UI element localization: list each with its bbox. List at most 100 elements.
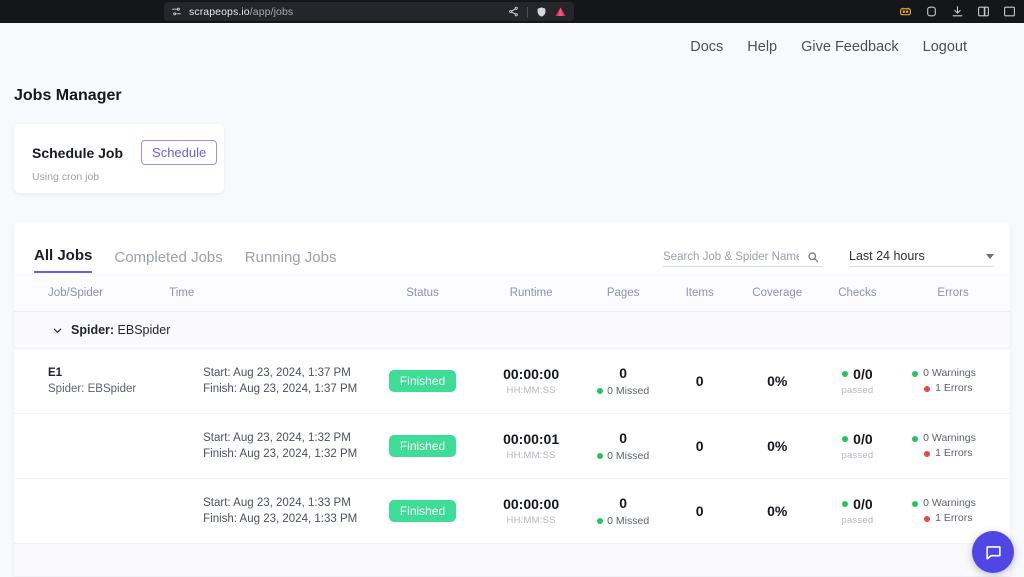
job-name: E1 — [48, 367, 169, 379]
table-row[interactable]: E1Spider: EBSpiderStart: Aug 23, 2024, 1… — [14, 349, 1010, 414]
jobs-panel-header: All Jobs Completed Jobs Running Jobs Las… — [14, 222, 1010, 273]
tab-running-jobs[interactable]: Running Jobs — [245, 249, 337, 273]
column-header-time[interactable]: Time — [169, 273, 366, 312]
extension-icon[interactable] — [899, 5, 912, 18]
cell-job-spider — [14, 479, 169, 544]
checks-sub: passed — [819, 385, 897, 396]
cell-coverage: 0% — [736, 479, 819, 544]
coverage-value: 0% — [736, 503, 819, 519]
time-range-select[interactable]: Last 24 hours — [849, 249, 994, 267]
column-header-errors[interactable]: Errors — [896, 273, 1010, 312]
pages-value: 0 — [583, 430, 664, 446]
status-badge: Finished — [389, 435, 456, 457]
status-badge: Finished — [389, 500, 456, 522]
column-header-job-spider[interactable]: Job/Spider — [14, 273, 169, 312]
pill-divider: | — [526, 6, 529, 18]
search-icon[interactable] — [807, 251, 819, 263]
table-row-partial — [14, 544, 1010, 577]
cell-status: Finished — [366, 414, 480, 479]
column-header-status[interactable]: Status — [366, 273, 480, 312]
nav-link-give-feedback[interactable]: Give Feedback — [801, 39, 899, 55]
search-box[interactable] — [663, 251, 823, 267]
search-input[interactable] — [663, 251, 799, 263]
runtime-value: 00:00:00 — [479, 366, 582, 382]
spider-group-cell[interactable]: Spider: EBSpider — [14, 312, 1010, 349]
cell-checks: 0/0passed — [819, 414, 897, 479]
chevron-down-icon[interactable] — [986, 254, 994, 259]
green-dot-icon — [912, 436, 918, 442]
brave-lion-icon[interactable] — [554, 6, 567, 18]
pages-missed: 0 Missed — [583, 385, 664, 397]
cell-errors: 0 Warnings1 Errors — [896, 349, 1010, 414]
column-header-runtime[interactable]: Runtime — [479, 273, 582, 312]
schedule-card-subtitle: Using cron job — [32, 171, 224, 183]
cell-pages: 0 0 Missed — [583, 414, 664, 479]
nav-link-logout[interactable]: Logout — [923, 39, 967, 55]
top-navigation: Docs Help Give Feedback Logout — [0, 23, 1024, 71]
cell-job-spider: E1Spider: EBSpider — [14, 349, 169, 414]
cell-status: Finished — [366, 479, 480, 544]
column-header-checks[interactable]: Checks — [819, 273, 897, 312]
column-header-items[interactable]: Items — [663, 273, 735, 312]
chevron-down-icon[interactable] — [52, 325, 63, 336]
jobs-table-head: Job/Spider Time Status Runtime Pages Ite… — [14, 273, 1010, 312]
warnings-value: 0 Warnings — [912, 496, 976, 511]
site-settings-icon[interactable] — [171, 6, 182, 17]
job-finish-time: Finish: Aug 23, 2024, 1:32 PM — [203, 446, 366, 462]
cell-items: 0 — [663, 349, 735, 414]
cell-errors: 0 Warnings1 Errors — [896, 414, 1010, 479]
checks-sub: passed — [819, 515, 897, 526]
checks-value: 0/0 — [819, 431, 897, 447]
schedule-job-card: Schedule Job Schedule Using cron job — [14, 124, 224, 193]
chat-widget-button[interactable] — [972, 531, 1014, 573]
column-header-coverage[interactable]: Coverage — [736, 273, 819, 312]
time-range-value: Last 24 hours — [849, 249, 925, 263]
warnings-value: 0 Warnings — [912, 431, 976, 446]
sidebar-icon[interactable] — [977, 5, 990, 18]
cell-pages: 00 Missed — [583, 349, 664, 414]
cell-time: Start: Aug 23, 2024, 1:32 PMFinish: Aug … — [169, 414, 366, 479]
spider-group-value: EBSpider — [118, 323, 171, 337]
share-icon[interactable] — [508, 6, 519, 17]
address-bar[interactable]: scrapeops.io/app/jobs | — [164, 2, 574, 21]
schedule-button[interactable]: Schedule — [141, 140, 217, 165]
errors-value: 1 Errors — [912, 511, 972, 526]
cell-checks: 0/0passed — [819, 479, 897, 544]
job-start-time: Start: Aug 23, 2024, 1:33 PM — [203, 495, 366, 511]
column-header-pages[interactable]: Pages — [583, 273, 664, 312]
partial-row-cell — [14, 544, 1010, 577]
jobs-panel-tools: Last 24 hours — [663, 249, 994, 273]
cell-runtime: 00:00:00HH:MM:SS — [479, 479, 582, 544]
status-badge: Finished — [389, 370, 456, 392]
wallet-icon[interactable] — [925, 5, 938, 18]
spider-group-label: Spider: — [71, 323, 114, 337]
table-row[interactable]: Start: Aug 23, 2024, 1:33 PMFinish: Aug … — [14, 479, 1010, 544]
runtime-unit: HH:MM:SS — [479, 385, 582, 396]
red-dot-icon — [924, 386, 930, 392]
green-dot-icon — [842, 371, 848, 377]
job-finish-time: Finish: Aug 23, 2024, 1:33 PM — [203, 511, 366, 527]
green-dot-icon — [912, 371, 918, 377]
green-dot-icon — [842, 436, 848, 442]
tab-icon[interactable] — [1003, 5, 1016, 18]
errors-value: 1 Errors — [912, 381, 972, 396]
jobs-panel: All Jobs Completed Jobs Running Jobs Las… — [14, 222, 1010, 577]
tab-all-jobs[interactable]: All Jobs — [34, 247, 92, 273]
page-root: Docs Help Give Feedback Logout Jobs Mana… — [0, 23, 1024, 577]
coverage-value: 0% — [736, 438, 819, 454]
red-dot-icon — [924, 451, 930, 457]
shield-icon[interactable] — [536, 6, 547, 18]
warnings-value: 0 Warnings — [912, 366, 976, 381]
nav-link-docs[interactable]: Docs — [690, 39, 723, 55]
spider-group-row[interactable]: Spider: EBSpider — [14, 312, 1010, 349]
cell-job-spider — [14, 414, 169, 479]
tab-completed-jobs[interactable]: Completed Jobs — [114, 249, 222, 273]
errors-value: 1 Errors — [912, 446, 972, 461]
items-value: 0 — [663, 373, 735, 389]
download-icon[interactable] — [951, 5, 964, 18]
table-row[interactable]: Start: Aug 23, 2024, 1:32 PMFinish: Aug … — [14, 414, 1010, 479]
checks-value: 0/0 — [819, 366, 897, 382]
pages-missed: 0 Missed — [583, 450, 664, 462]
nav-link-help[interactable]: Help — [747, 39, 777, 55]
cell-time: Start: Aug 23, 2024, 1:33 PMFinish: Aug … — [169, 479, 366, 544]
